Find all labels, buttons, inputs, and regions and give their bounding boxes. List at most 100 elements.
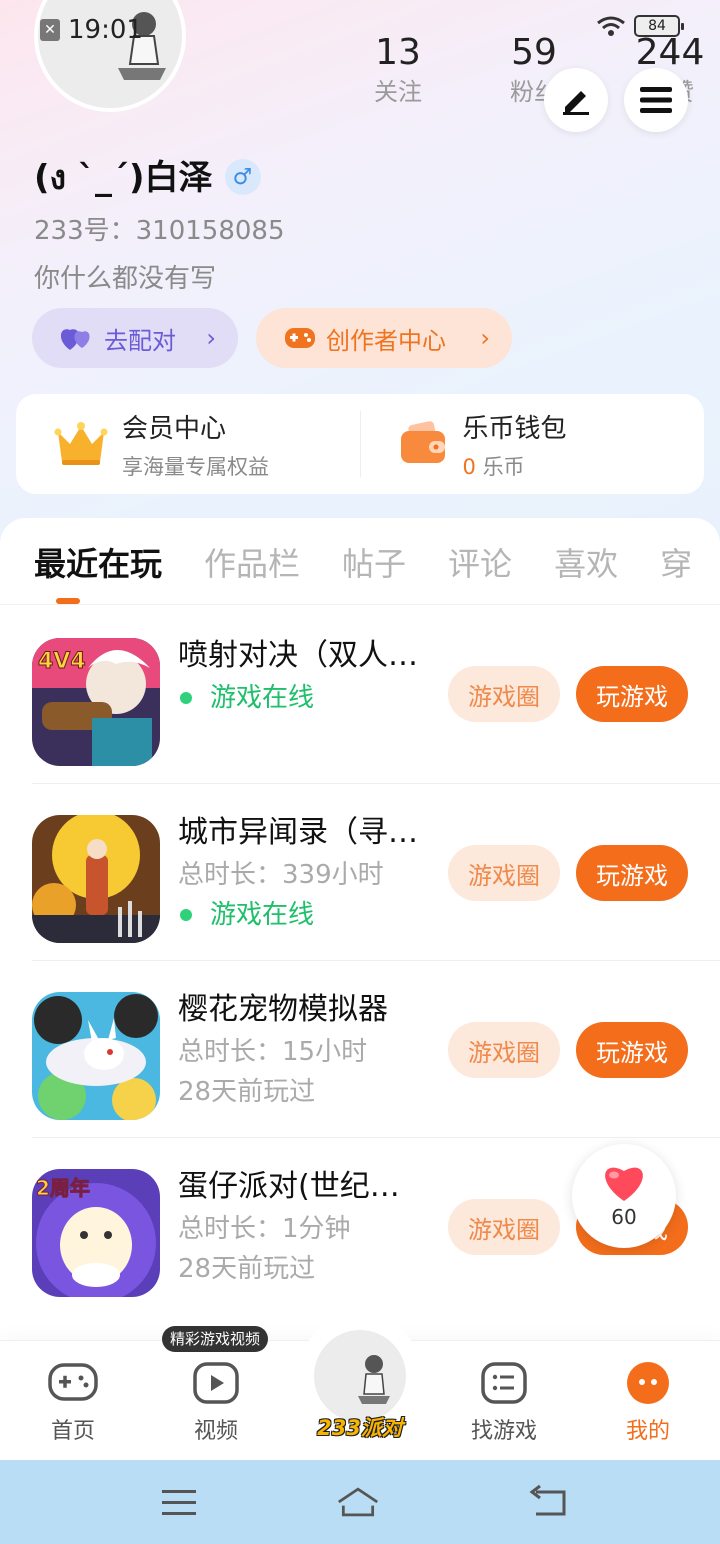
list-item[interactable]: 城市异闻录（寻… 总时长：339小时 游戏在线 游戏圈 玩游戏 [0,783,720,960]
time-text: 19:01 [68,15,143,45]
game-circle-button[interactable]: 游戏圈 [448,1199,560,1255]
play-game-button[interactable]: 玩游戏 [576,1022,688,1078]
game-icon-sakura-pet[interactable] [32,992,160,1120]
creator-center-button[interactable]: 创作者中心 › [256,308,512,368]
user-bio[interactable]: 你什么都没有写 [34,258,216,295]
wallet-balance: 0 乐币 [463,451,567,481]
game-info: 喷射对决（双人… 游戏在线 [178,634,438,718]
avatar-figure-icon [358,1355,390,1404]
wallet-icon [400,421,445,463]
play-game-button[interactable]: 玩游戏 [576,666,688,722]
list-item[interactable]: 4V4 喷射对决（双人… 游戏在线 游戏圈 玩游戏 [0,606,720,783]
game-title: 蛋仔派对(世纪… [178,1169,400,1204]
play-duration: 总时长：339小时 [178,860,384,890]
game-circle-button[interactable]: 游戏圈 [448,666,560,722]
video-tooltip: 精彩游戏视频 [162,1326,269,1352]
user-id[interactable]: 233号：310158085 [34,210,285,247]
game-title: 城市异闻录（寻… [178,815,418,850]
nav-video[interactable]: 视频 [161,1361,271,1445]
game-icon-eggy-party[interactable]: 2周年 [32,1169,160,1297]
match-button[interactable]: 去配对 › [32,308,238,368]
gender-male-icon: ♂ [224,159,261,195]
username-row: (ง ˋ_ˊ)白泽 ♂ [34,150,261,204]
video-play-icon [193,1362,239,1404]
wallet-title: 乐币钱包 [462,413,567,444]
tab-comments[interactable]: 评论 [448,539,512,585]
play-duration: 总时长：1分钟 [178,1214,351,1244]
member-center-entry[interactable]: 会员中心 享海量专属权益 [16,394,360,494]
wallet-entry[interactable]: 乐币钱包 0 乐币 [361,394,705,494]
game-info: 城市异闻录（寻… 总时长：339小时 游戏在线 [178,811,438,935]
vip-card: 会员中心 享海量专属权益 乐币钱包 0 乐币 [16,394,704,494]
nav-video-label: 视频 [193,1419,238,1444]
pencil-icon [563,91,589,115]
last-played: 28天前玩过 [178,1077,316,1107]
nav-mine-label: 我的 [625,1419,670,1444]
game-circle-button[interactable]: 游戏圈 [448,845,560,901]
edit-profile-button[interactable] [544,68,608,132]
battery-icon: 84 [634,15,684,37]
online-label: 游戏在线 [210,900,315,930]
party-logo[interactable]: 233派对 [300,1412,420,1442]
game-info: 蛋仔派对(世纪… 总时长：1分钟 28天前玩过 [178,1165,438,1289]
game-info: 樱花宠物模拟器 总时长：15小时 28天前玩过 [178,988,438,1112]
back-icon[interactable] [526,1482,570,1522]
profile-face-icon [627,1362,669,1404]
nav-find-game-label: 找游戏 [470,1419,537,1444]
play-duration: 总时长：15小时 [178,1037,368,1067]
last-played: 28天前玩过 [178,1254,316,1284]
tab-outfits[interactable]: 穿 [660,539,692,585]
tab-posts[interactable]: 帖子 [342,539,406,585]
play-game-button[interactable]: 玩游戏 [576,845,688,901]
tab-recent-play[interactable]: 最近在玩 [34,539,162,585]
profile-tabs: 最近在玩 作品栏 帖子 评论 喜欢 穿 [0,518,720,606]
match-label: 去配对 [104,326,176,355]
nav-home-label: 首页 [50,1419,95,1444]
tab-works[interactable]: 作品栏 [204,539,300,585]
creator-label: 创作者中心 [326,326,446,355]
menu-button[interactable] [624,68,688,132]
hamburger-menu-icon [640,87,672,113]
floating-like-button[interactable]: 60 [572,1144,676,1248]
double-heart-icon [60,329,90,350]
gamepad-icon [48,1363,98,1401]
like-count: 60 [611,1205,637,1229]
wallet-amount: 0 [462,454,476,479]
crown-icon [54,422,108,465]
game-icon-jet-duel[interactable]: 4V4 [32,638,160,766]
stat-following[interactable]: 13 关注 [330,32,466,108]
online-status: 游戏在线 [178,895,438,935]
home-icon[interactable] [336,1482,380,1522]
game-cover-art [32,992,160,1120]
center-party-avatar[interactable] [314,1330,406,1422]
wifi-icon [597,16,625,36]
gamepad-icon [285,328,315,348]
chevron-right-icon: › [480,324,490,352]
wallet-unit: 乐币 [482,454,525,479]
game-icon-badge: 4V4 [38,649,86,674]
nav-home[interactable]: 首页 [18,1361,128,1445]
member-center-title: 会员中心 [122,413,227,444]
online-label: 游戏在线 [210,683,315,713]
notification-icon: ✕ [40,19,60,41]
list-item[interactable]: 樱花宠物模拟器 总时长：15小时 28天前玩过 游戏圈 玩游戏 [0,960,720,1137]
recent-apps-icon[interactable] [158,1482,202,1522]
nav-mine[interactable]: 我的 [593,1361,703,1445]
system-navigation-bar [0,1460,720,1544]
game-circle-button[interactable]: 游戏圈 [448,1022,560,1078]
heart-icon [605,1167,643,1201]
tabs-divider [0,604,720,605]
game-cover-art: 4V4 [32,638,160,766]
tab-likes[interactable]: 喜欢 [554,539,618,585]
status-bar-time: ✕ 19:01 [40,12,143,48]
nav-find-game[interactable]: 找游戏 [449,1361,559,1445]
game-cover-art [32,815,160,943]
game-icon-city-tales[interactable] [32,815,160,943]
username: (ง ˋ_ˊ)白泽 [34,158,213,198]
status-bar-right: 84 [596,14,684,38]
online-dot-icon [180,692,192,704]
online-dot-icon [180,909,192,921]
stat-following-label: 关注 [374,78,422,106]
game-cover-art: 2周年 [32,1169,160,1297]
chevron-right-icon: › [206,324,216,352]
